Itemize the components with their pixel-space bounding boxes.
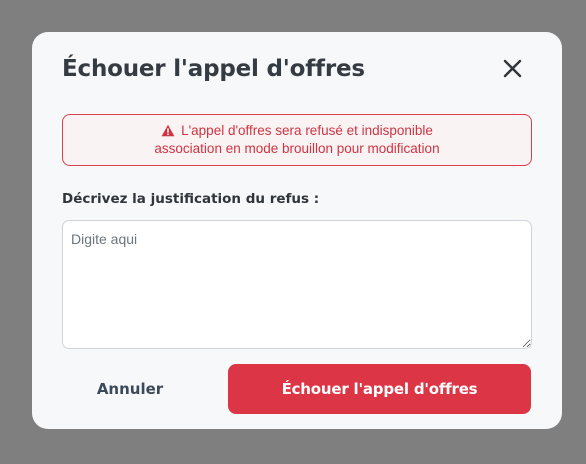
close-button[interactable] bbox=[498, 54, 528, 84]
cancel-button[interactable]: Annuler bbox=[62, 364, 198, 414]
alert-text-line-1: L'appel d'offres sera refusé et indispon… bbox=[181, 123, 433, 138]
warning-alert: L'appel d'offres sera refusé et indispon… bbox=[62, 114, 532, 166]
alert-line-1: L'appel d'offres sera refusé et indispon… bbox=[161, 122, 433, 140]
close-icon bbox=[503, 59, 522, 78]
fail-tender-button[interactable]: Échouer l'appel d'offres bbox=[228, 364, 531, 414]
fail-tender-dialog: Échouer l'appel d'offres L'appel d'offre… bbox=[32, 32, 562, 429]
dialog-title: Échouer l'appel d'offres bbox=[62, 56, 365, 82]
warning-triangle-icon bbox=[161, 124, 175, 137]
justification-textarea[interactable] bbox=[62, 220, 532, 349]
alert-text-line-2: association en mode brouillon pour modif… bbox=[154, 141, 440, 156]
justification-label: Décrivez la justification du refus : bbox=[62, 191, 320, 207]
